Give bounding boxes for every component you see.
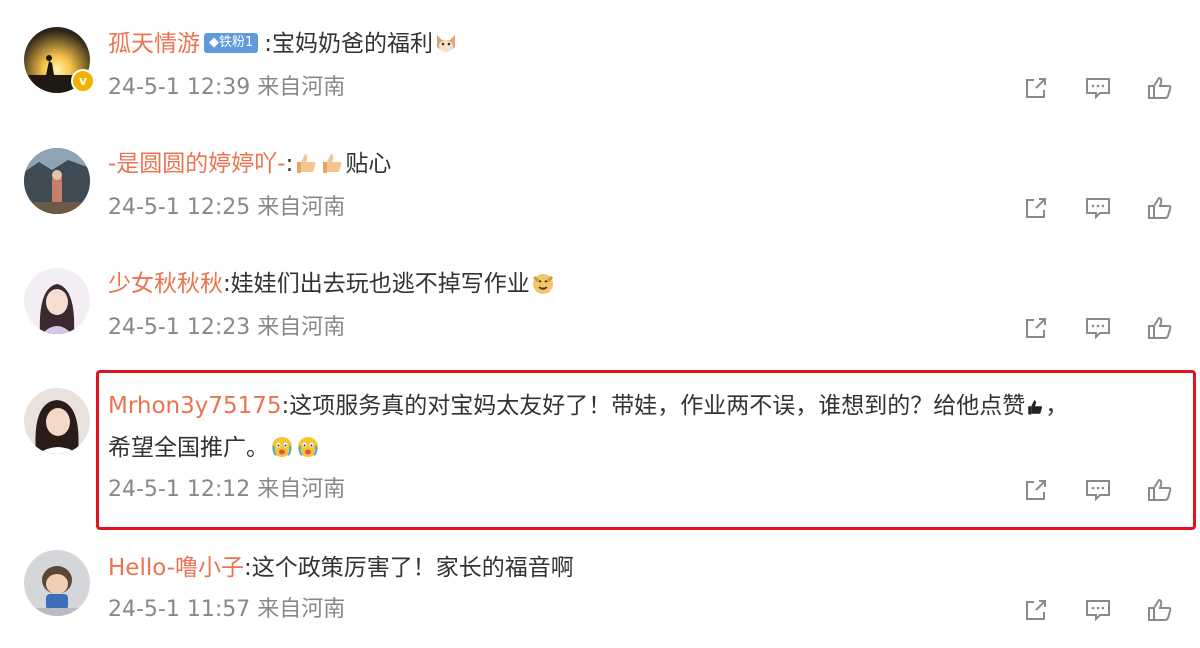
comment-button[interactable] xyxy=(1082,594,1114,626)
username-link[interactable]: Hello-噜小子 xyxy=(108,555,244,581)
like-icon xyxy=(1148,598,1172,621)
comment-item: Hello-噜小子:这个政策厉害了！家长的福音啊 24-5-1 11:57 来自… xyxy=(0,0,1200,648)
comment-time: 24-5-1 11:57 xyxy=(108,597,251,622)
avatar[interactable] xyxy=(24,550,90,616)
comment-text: :这个政策厉害了！家长的福音啊 xyxy=(244,555,574,581)
share-button[interactable] xyxy=(1020,594,1052,626)
comment-icon xyxy=(1086,600,1110,622)
like-button[interactable] xyxy=(1144,594,1176,626)
share-icon xyxy=(1026,600,1046,620)
comment-line: Hello-噜小子:这个政策厉害了！家长的福音啊 xyxy=(108,552,574,584)
comment-actions xyxy=(1020,594,1180,626)
comment-source: 来自河南 xyxy=(257,597,346,622)
comment-meta: 24-5-1 11:57 来自河南 xyxy=(108,594,345,626)
